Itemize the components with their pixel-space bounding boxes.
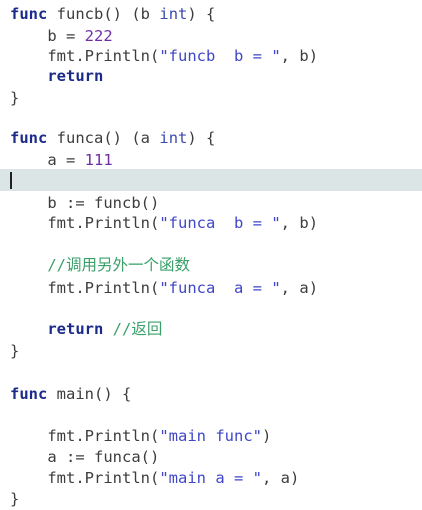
code-line[interactable]: a = 111 <box>0 149 422 171</box>
code-line[interactable]: a := funca() <box>0 446 422 468</box>
code-line[interactable] <box>0 362 422 384</box>
code-line[interactable]: b = 222 <box>0 25 422 47</box>
code-editor[interactable]: func funcb() (b int) { b = 222 fmt.Print… <box>0 0 422 508</box>
code-line-text: func main() { <box>10 385 132 403</box>
code-line-text: func funcb() (b int) { <box>10 5 216 23</box>
code-line[interactable]: fmt.Println("funcb b = ", b) <box>0 45 422 67</box>
code-line[interactable] <box>0 171 422 193</box>
code-line-text: } <box>10 342 20 360</box>
code-line[interactable]: func main() { <box>0 383 422 405</box>
code-line[interactable]: func funcb() (b int) { <box>0 3 422 25</box>
code-line-text: fmt.Println("funca a = ", a) <box>47 279 319 297</box>
code-line[interactable]: } <box>0 340 422 362</box>
code-line[interactable]: fmt.Println("main func") <box>0 425 422 447</box>
code-line-text: b := funcb() <box>47 194 160 212</box>
code-line[interactable]: return //返回 <box>0 318 422 340</box>
code-line-text: fmt.Println("funcb b = ", b) <box>47 47 319 65</box>
code-line-text: fmt.Println("main func") <box>47 427 272 445</box>
code-line-text: fmt.Println("main a = ", a) <box>47 469 300 487</box>
code-line[interactable]: //调用另外一个函数 <box>0 254 422 276</box>
code-line[interactable]: } <box>0 488 422 510</box>
code-line[interactable]: return <box>0 65 422 87</box>
code-line-text: return //返回 <box>47 320 163 338</box>
code-line[interactable]: b := funcb() <box>0 192 422 214</box>
code-line[interactable]: fmt.Println("funca b = ", b) <box>0 212 422 234</box>
code-line[interactable]: } <box>0 87 422 109</box>
code-line[interactable]: fmt.Println("funca a = ", a) <box>0 277 422 299</box>
code-line-text: return <box>47 67 104 85</box>
code-line-text: a = 111 <box>47 151 113 169</box>
code-line-text: //调用另外一个函数 <box>47 256 190 274</box>
code-line[interactable] <box>0 234 422 256</box>
code-line-text: } <box>10 89 20 107</box>
code-line-text: } <box>10 490 20 508</box>
code-line[interactable] <box>0 405 422 427</box>
code-line[interactable]: func funca() (a int) { <box>0 127 422 149</box>
code-line-text: func funca() (a int) { <box>10 129 216 147</box>
code-line-text: fmt.Println("funca b = ", b) <box>47 214 319 232</box>
code-line-text: a := funca() <box>47 448 160 466</box>
code-line-text: b = 222 <box>47 27 113 45</box>
code-line[interactable]: fmt.Println("main a = ", a) <box>0 467 422 489</box>
